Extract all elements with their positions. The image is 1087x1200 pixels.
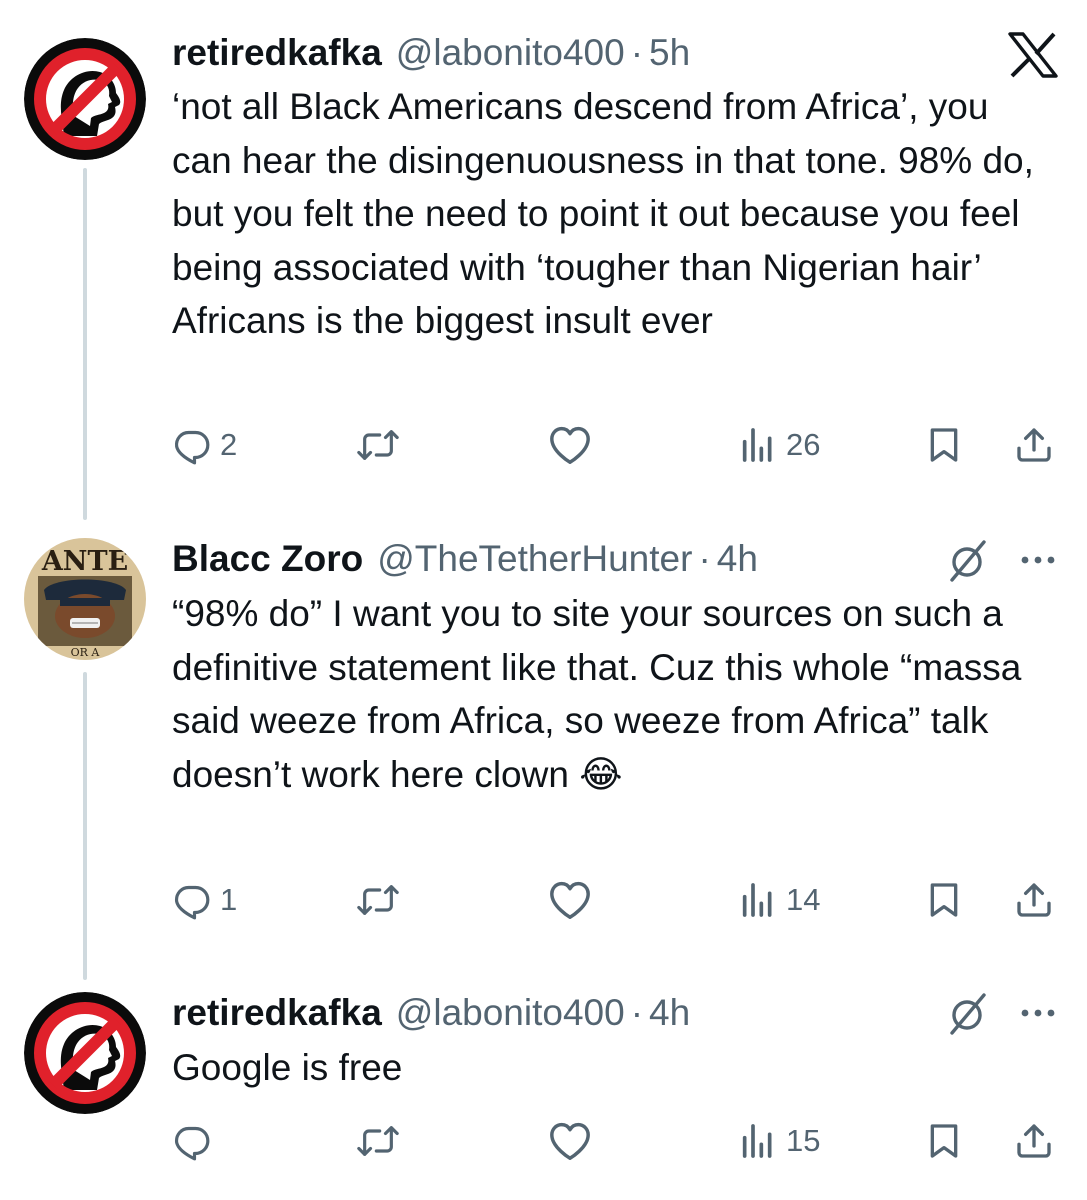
display-name[interactable]: retiredkafka: [172, 992, 382, 1034]
like-button[interactable]: [548, 875, 592, 925]
action-bar: 1 14: [172, 875, 1062, 925]
share-button[interactable]: [1014, 420, 1054, 470]
more-dots-icon: [1021, 556, 1055, 564]
share-icon: [1017, 883, 1051, 917]
grok-button[interactable]: [944, 538, 990, 589]
reply-button[interactable]: 2: [172, 420, 237, 470]
repost-button[interactable]: [356, 875, 400, 925]
repost-button[interactable]: [356, 1116, 400, 1166]
tweet-text: Google is free: [172, 1047, 403, 1088]
thread-line: [83, 168, 87, 520]
grok-button[interactable]: [944, 991, 990, 1042]
bookmark-icon: [930, 1124, 958, 1158]
x-logo-icon: [1008, 32, 1058, 83]
reply-count: 1: [220, 882, 238, 917]
no-person-icon: [24, 38, 146, 160]
wanted-poster-avatar: ANTE OR A: [24, 538, 146, 660]
view-count: 15: [786, 1123, 821, 1158]
more-button[interactable]: [1016, 538, 1060, 587]
reply-button[interactable]: [172, 1116, 220, 1166]
display-name[interactable]: Blacc Zoro: [172, 538, 363, 580]
user-handle[interactable]: @labonito400: [396, 32, 625, 74]
reply-icon: [175, 885, 210, 920]
heart-icon: [550, 1122, 590, 1160]
timestamp[interactable]: 4h: [649, 992, 690, 1034]
more-button[interactable]: [1016, 991, 1060, 1040]
grok-icon: [950, 993, 986, 1035]
tweet-header: retiredkafka @labonito400 · 5h: [172, 28, 690, 78]
user-handle[interactable]: @labonito400: [396, 992, 625, 1034]
share-icon: [1017, 428, 1051, 462]
repost-icon: [357, 885, 399, 915]
reply-button[interactable]: 1: [172, 875, 237, 925]
separator-dot: ·: [630, 32, 644, 73]
bookmark-button[interactable]: [924, 1116, 964, 1166]
repost-icon: [357, 1126, 399, 1156]
views-icon: [742, 428, 772, 462]
avatar[interactable]: [24, 38, 146, 160]
tweet-text: ‘not all Black Americans descend from Af…: [172, 86, 1034, 341]
no-person-icon: [24, 992, 146, 1114]
repost-icon: [357, 430, 399, 460]
bookmark-button[interactable]: [924, 420, 964, 470]
heart-icon: [550, 426, 590, 464]
views-button[interactable]: 26: [738, 420, 820, 470]
action-bar: 15: [172, 1116, 1062, 1166]
view-count: 14: [786, 882, 821, 917]
bookmark-icon: [930, 428, 958, 462]
poster-text-top: ANTE: [41, 546, 128, 577]
separator-dot: ·: [698, 538, 711, 579]
bookmark-icon: [930, 883, 958, 917]
timestamp[interactable]: 4h: [717, 538, 758, 580]
grok-icon: [950, 540, 986, 582]
view-count: 26: [786, 427, 821, 462]
tweet-header: retiredkafka @labonito400 · 4h: [172, 988, 690, 1038]
tweet-text: “98% do” I want you to site your sources…: [172, 593, 1022, 795]
views-button[interactable]: 14: [738, 875, 820, 925]
bookmark-button[interactable]: [924, 875, 964, 925]
thread-line: [83, 672, 87, 980]
poster-text-bottom: OR A: [71, 646, 101, 659]
more-dots-icon: [1021, 1009, 1055, 1017]
views-icon: [742, 883, 772, 917]
like-button[interactable]: [548, 1116, 592, 1166]
reply-icon: [175, 1126, 210, 1161]
views-icon: [742, 1124, 772, 1158]
share-button[interactable]: [1014, 1116, 1054, 1166]
avatar[interactable]: ANTE OR A: [24, 538, 146, 660]
reply-count: 2: [220, 427, 238, 462]
share-icon: [1017, 1124, 1051, 1158]
reply-icon: [175, 430, 210, 465]
timestamp[interactable]: 5h: [649, 32, 690, 74]
tweet-header: Blacc Zoro @TheTetherHunter · 4h: [172, 534, 758, 584]
tweet-1[interactable]: retiredkafka @labonito400 · 5h ‘not all …: [0, 0, 1087, 520]
avatar[interactable]: [24, 992, 146, 1114]
like-button[interactable]: [548, 420, 592, 470]
separator-dot: ·: [630, 992, 644, 1033]
user-handle[interactable]: @TheTetherHunter: [377, 538, 692, 580]
heart-icon: [550, 881, 590, 919]
tweet-2[interactable]: ANTE OR A Blacc Zoro @TheTetherHunter · …: [0, 520, 1087, 980]
repost-button[interactable]: [356, 420, 400, 470]
display-name[interactable]: retiredkafka: [172, 32, 382, 74]
action-bar: 2 26: [172, 420, 1062, 470]
tweet-3[interactable]: retiredkafka @labonito400 · 4h Google is…: [0, 980, 1087, 1200]
share-button[interactable]: [1014, 875, 1054, 925]
views-button[interactable]: 15: [738, 1116, 820, 1166]
